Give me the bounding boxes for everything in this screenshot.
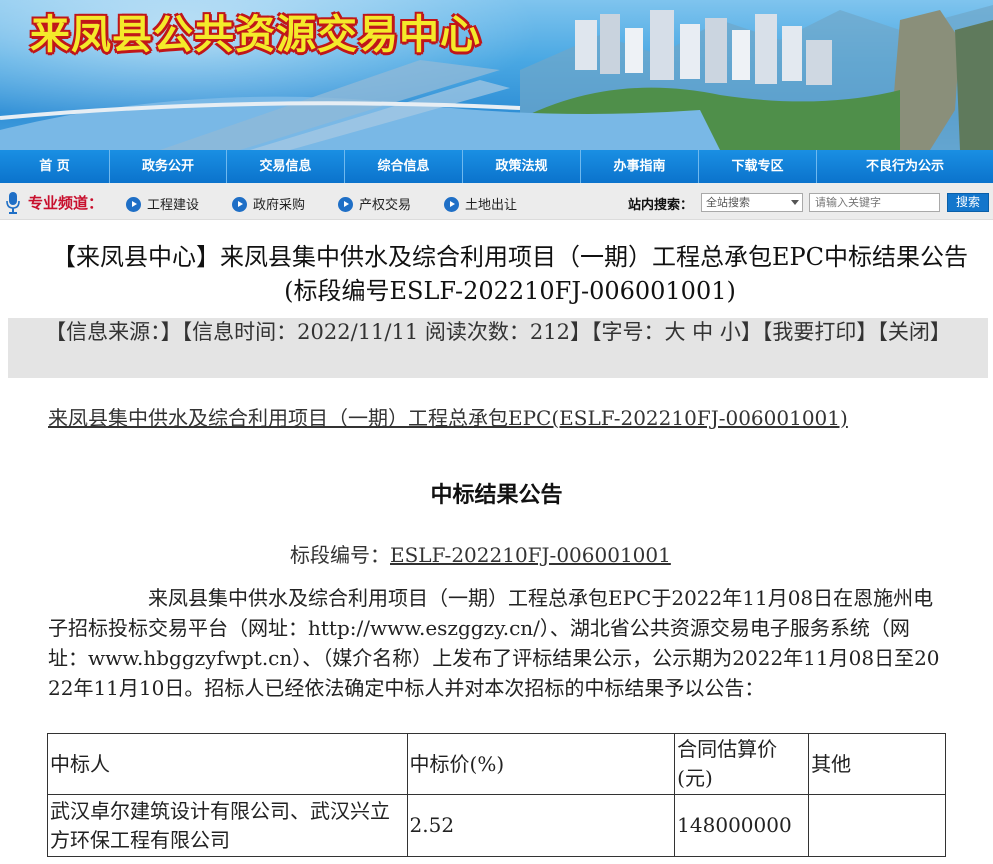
table-header-row: 中标人 中标价(%) 合同估算价(元) 其他 (47, 733, 946, 795)
play-circle-icon (444, 197, 459, 212)
table-header-cell: 中标价(%) (406, 733, 676, 795)
nav-item-policies[interactable]: 政策法规 (463, 150, 581, 183)
channel-link-land[interactable]: 土地出让 (444, 194, 517, 213)
nav-item-misconduct[interactable]: 不良行为公示 (817, 150, 993, 183)
nav-item-home[interactable]: 首 页 (0, 150, 110, 183)
nav-item-downloads[interactable]: 下载专区 (699, 150, 817, 183)
table-cell-other (808, 794, 946, 857)
channel-link-label: 政府采购 (253, 198, 306, 213)
channel-link-procurement[interactable]: 政府采购 (232, 194, 305, 213)
table-cell-winner: 武汉卓尔建筑设计有限公司、武汉兴立方环保工程有限公司 (47, 794, 408, 857)
section-number: 标段编号：ESLF-202210FJ-006001001 (290, 539, 671, 568)
attachment-link[interactable]: 来凤县集中供水及综合利用项目（一期）工程总承包EPC(ESLF-202210FJ… (48, 403, 868, 434)
page-title: 【来凤县中心】来凤县集中供水及综合利用项目（一期）工程总承包EPC中标结果公告(… (51, 243, 969, 305)
channel-link-property[interactable]: 产权交易 (338, 194, 411, 213)
play-circle-icon (126, 197, 141, 212)
play-circle-icon (232, 197, 247, 212)
chevron-down-icon (791, 200, 799, 205)
nav-item-general-info[interactable]: 综合信息 (345, 150, 463, 183)
nav-item-guide[interactable]: 办事指南 (581, 150, 699, 183)
nav-item-trade-info[interactable]: 交易信息 (227, 150, 345, 183)
channel-link-label: 工程建设 (147, 198, 200, 213)
channel-link-engineering[interactable]: 工程建设 (126, 194, 199, 213)
table-header-cell: 合同估算价(元) (674, 733, 810, 795)
channel-label: 专业频道： (28, 194, 104, 212)
result-table: 中标人 中标价(%) 合同估算价(元) 其他 武汉卓尔建筑设计有限公司、武汉兴立… (47, 733, 946, 857)
table-row: 武汉卓尔建筑设计有限公司、武汉兴立方环保工程有限公司 2.52 14800000… (47, 794, 946, 857)
channel-bar: 专业频道： 工程建设 政府采购 产权交易 土地出让 站内搜索： 全站搜索 搜索 (0, 183, 993, 220)
search-scope-value: 全站搜索 (706, 196, 750, 209)
section-number-label: 标段编号： (290, 543, 390, 567)
channel-link-label: 产权交易 (359, 198, 412, 213)
notice-body: 来凤县集中供水及综合利用项目（一期）工程总承包EPC于2022年11月08日在恩… (48, 586, 940, 700)
search-label: 站内搜索： (628, 198, 694, 213)
nav-item-gov-affairs[interactable]: 政务公开 (110, 150, 227, 183)
section-number-value: ESLF-202210FJ-006001001 (390, 543, 671, 567)
table-cell-contract-value: 148000000 (674, 794, 810, 857)
site-title: 来凤县公共资源交易中心 (30, 12, 481, 58)
search-scope-select[interactable]: 全站搜索 (701, 193, 803, 212)
site-banner: 来凤县公共资源交易中心 (0, 0, 993, 150)
search-input[interactable] (809, 193, 940, 212)
article-info-bar: 【信息来源：】【信息时间：2022/11/11 阅读次数：212】【字号：大 中… (8, 318, 988, 378)
microphone-icon (6, 192, 20, 214)
table-header-cell: 中标人 (47, 733, 408, 795)
table-header-cell: 其他 (808, 733, 946, 795)
table-cell-price: 2.52 (406, 794, 676, 857)
channel-link-label: 土地出让 (465, 198, 518, 213)
notice-heading: 中标结果公告 (430, 483, 563, 508)
main-nav: 首 页 政务公开 交易信息 综合信息 政策法规 办事指南 下载专区 不良行为公示 (0, 150, 993, 183)
search-button[interactable]: 搜索 (947, 193, 989, 212)
play-circle-icon (338, 197, 353, 212)
